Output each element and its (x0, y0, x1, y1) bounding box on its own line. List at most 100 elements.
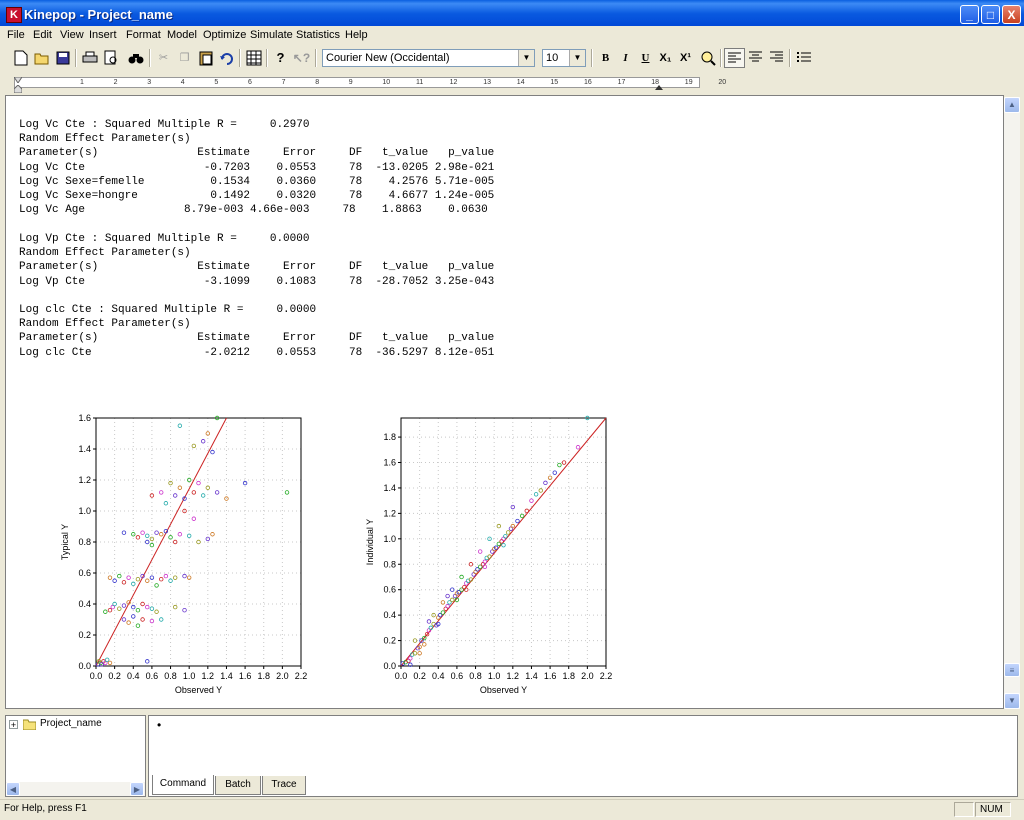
data-point (557, 462, 562, 468)
bold-button[interactable]: B (595, 48, 616, 68)
data-point (191, 443, 197, 449)
ruler-strip[interactable]: 1 2 3 4 5 6 7 8 9 10 11 12 13 14 15 16 17 18 19 20 (14, 77, 726, 88)
chevron-down-icon[interactable]: ▼ (518, 50, 534, 66)
output-line: Random Effect Parameter(s) (19, 318, 191, 331)
x-tick-label: 2.0 (581, 671, 594, 681)
first-line-indent-marker[interactable] (13, 74, 23, 84)
menu-edit[interactable]: Edit (33, 29, 52, 41)
y-tick-label: 0.2 (78, 630, 91, 640)
copy-icon[interactable]: ❐ (174, 48, 195, 68)
left-indent-marker[interactable] (13, 84, 23, 94)
individual-vs-observed-chart: 0.0 0.2 0.4 0.6 0.8 1.0 1.2 1.4 1.6 1.8 2.0 2.2 0.0 0… (365, 415, 612, 695)
font-size-select[interactable]: 10 ▼ (542, 49, 586, 67)
new-document-icon[interactable] (10, 48, 31, 68)
data-point (103, 609, 108, 614)
data-point (135, 535, 141, 540)
output-line: Log Vc Age 8.79e-003 4.66e-003 78 1.8863… (19, 204, 488, 217)
y-tick-label: 0.2 (383, 636, 396, 646)
align-center-icon[interactable] (745, 48, 766, 68)
menu-simulate[interactable]: Simulate (250, 29, 293, 41)
ruler[interactable]: 1 2 3 4 5 6 7 8 9 10 11 12 13 14 15 16 17 18 19 20 (0, 72, 1024, 94)
ruler-number: 11 (416, 79, 424, 86)
x-tick-label: 0.2 (413, 671, 426, 681)
data-point (529, 498, 534, 503)
output-line: Log Vc Sexe=femelle 0.1534 0.0360 78 4.2… (19, 175, 495, 188)
align-right-icon[interactable] (766, 48, 787, 68)
bullet-list-icon[interactable] (793, 48, 814, 68)
data-point (154, 583, 159, 588)
data-point (117, 606, 122, 611)
data-point (501, 542, 506, 548)
data-point (422, 642, 427, 647)
x-tick-label: 0.8 (164, 671, 177, 681)
menu-insert[interactable]: Insert (89, 29, 117, 41)
project-tree[interactable]: + Project_name ◀ ▶ (5, 715, 146, 797)
underline-button[interactable]: U (635, 48, 656, 68)
minimize-button[interactable]: _ (960, 5, 979, 24)
document-view[interactable]: Log Vc Cte : Squared Multiple R = 0.2970… (5, 95, 1004, 709)
paste-icon[interactable] (195, 48, 216, 68)
data-point (173, 493, 178, 498)
data-point (284, 490, 290, 495)
menu-optimize[interactable]: Optimize (203, 29, 246, 41)
tab-command[interactable]: Command (152, 775, 214, 795)
scroll-up-icon[interactable]: ▲ (1004, 97, 1020, 113)
data-point (450, 597, 455, 603)
tree-item-project[interactable]: Project_name (40, 718, 102, 729)
subscript-button[interactable]: X₁ (655, 48, 676, 68)
output-line: Log Vp Cte -3.1099 0.1083 78 -28.7052 3.… (19, 275, 495, 288)
data-point (140, 601, 145, 607)
print-preview-icon[interactable] (100, 48, 121, 68)
data-point (214, 490, 220, 495)
cut-icon[interactable]: ✂ (153, 48, 174, 68)
tree-expander[interactable]: + (9, 720, 18, 730)
font-name-select[interactable]: Courier New (Occidental) ▼ (322, 49, 535, 67)
y-tick-label: 1.6 (383, 458, 396, 468)
output-line: Random Effect Parameter(s) (19, 133, 191, 146)
ruler-number: 13 (483, 79, 491, 86)
data-point (121, 580, 127, 585)
scroll-left-icon[interactable]: ◀ (6, 782, 20, 796)
help-context-icon[interactable]: ? (270, 48, 291, 68)
horizontal-scrollbar[interactable]: ◀ ▶ (6, 782, 145, 796)
menu-statistics[interactable]: Statistics (296, 29, 340, 41)
ruler-number: 12 (449, 79, 458, 86)
data-point (126, 620, 131, 625)
data-point (547, 475, 553, 480)
data-point (196, 480, 201, 486)
open-folder-icon[interactable] (31, 48, 52, 68)
zoom-icon[interactable] (697, 48, 718, 68)
menu-help[interactable]: Help (345, 29, 368, 41)
menu-model[interactable]: Model (167, 29, 197, 41)
align-left-icon[interactable] (724, 48, 745, 68)
vertical-scrollbar[interactable]: ▲ ≡ ▼ (1004, 97, 1020, 709)
data-point (196, 539, 201, 545)
scroll-down-icon[interactable]: ▼ (1004, 693, 1020, 709)
italic-button[interactable]: I (615, 48, 636, 68)
help-pointer-icon[interactable]: ↖? (291, 48, 312, 68)
right-indent-marker[interactable] (655, 83, 663, 90)
menu-format[interactable]: Format (126, 29, 161, 41)
output-block-vp: Log Vp Cte : Squared Multiple R = 0.0000… (19, 232, 494, 289)
menu-view[interactable]: View (60, 29, 84, 41)
x-tick-label: 1.2 (202, 671, 215, 681)
scroll-right-icon[interactable]: ▶ (130, 782, 144, 796)
tab-trace[interactable]: Trace (262, 776, 306, 795)
ruler-number: 10 (382, 79, 391, 86)
find-binoculars-icon[interactable] (125, 48, 146, 68)
print-icon[interactable] (79, 48, 100, 68)
scroll-thumb[interactable]: ≡ (1004, 663, 1020, 677)
tab-batch[interactable]: Batch (215, 776, 261, 795)
data-point (177, 485, 183, 490)
chevron-down-icon[interactable]: ▼ (569, 50, 585, 66)
close-button[interactable]: X (1002, 5, 1021, 24)
insert-table-icon[interactable] (243, 48, 264, 68)
maximize-button[interactable]: □ (981, 5, 1000, 24)
menu-file[interactable]: File (7, 29, 25, 41)
data-point (200, 439, 206, 444)
save-icon[interactable] (52, 48, 73, 68)
undo-icon[interactable] (216, 48, 237, 68)
app-icon[interactable]: K (6, 7, 22, 23)
superscript-button[interactable]: X¹ (675, 48, 696, 68)
output-line: Parameter(s) Estimate Error DF t_value p… (19, 261, 495, 274)
